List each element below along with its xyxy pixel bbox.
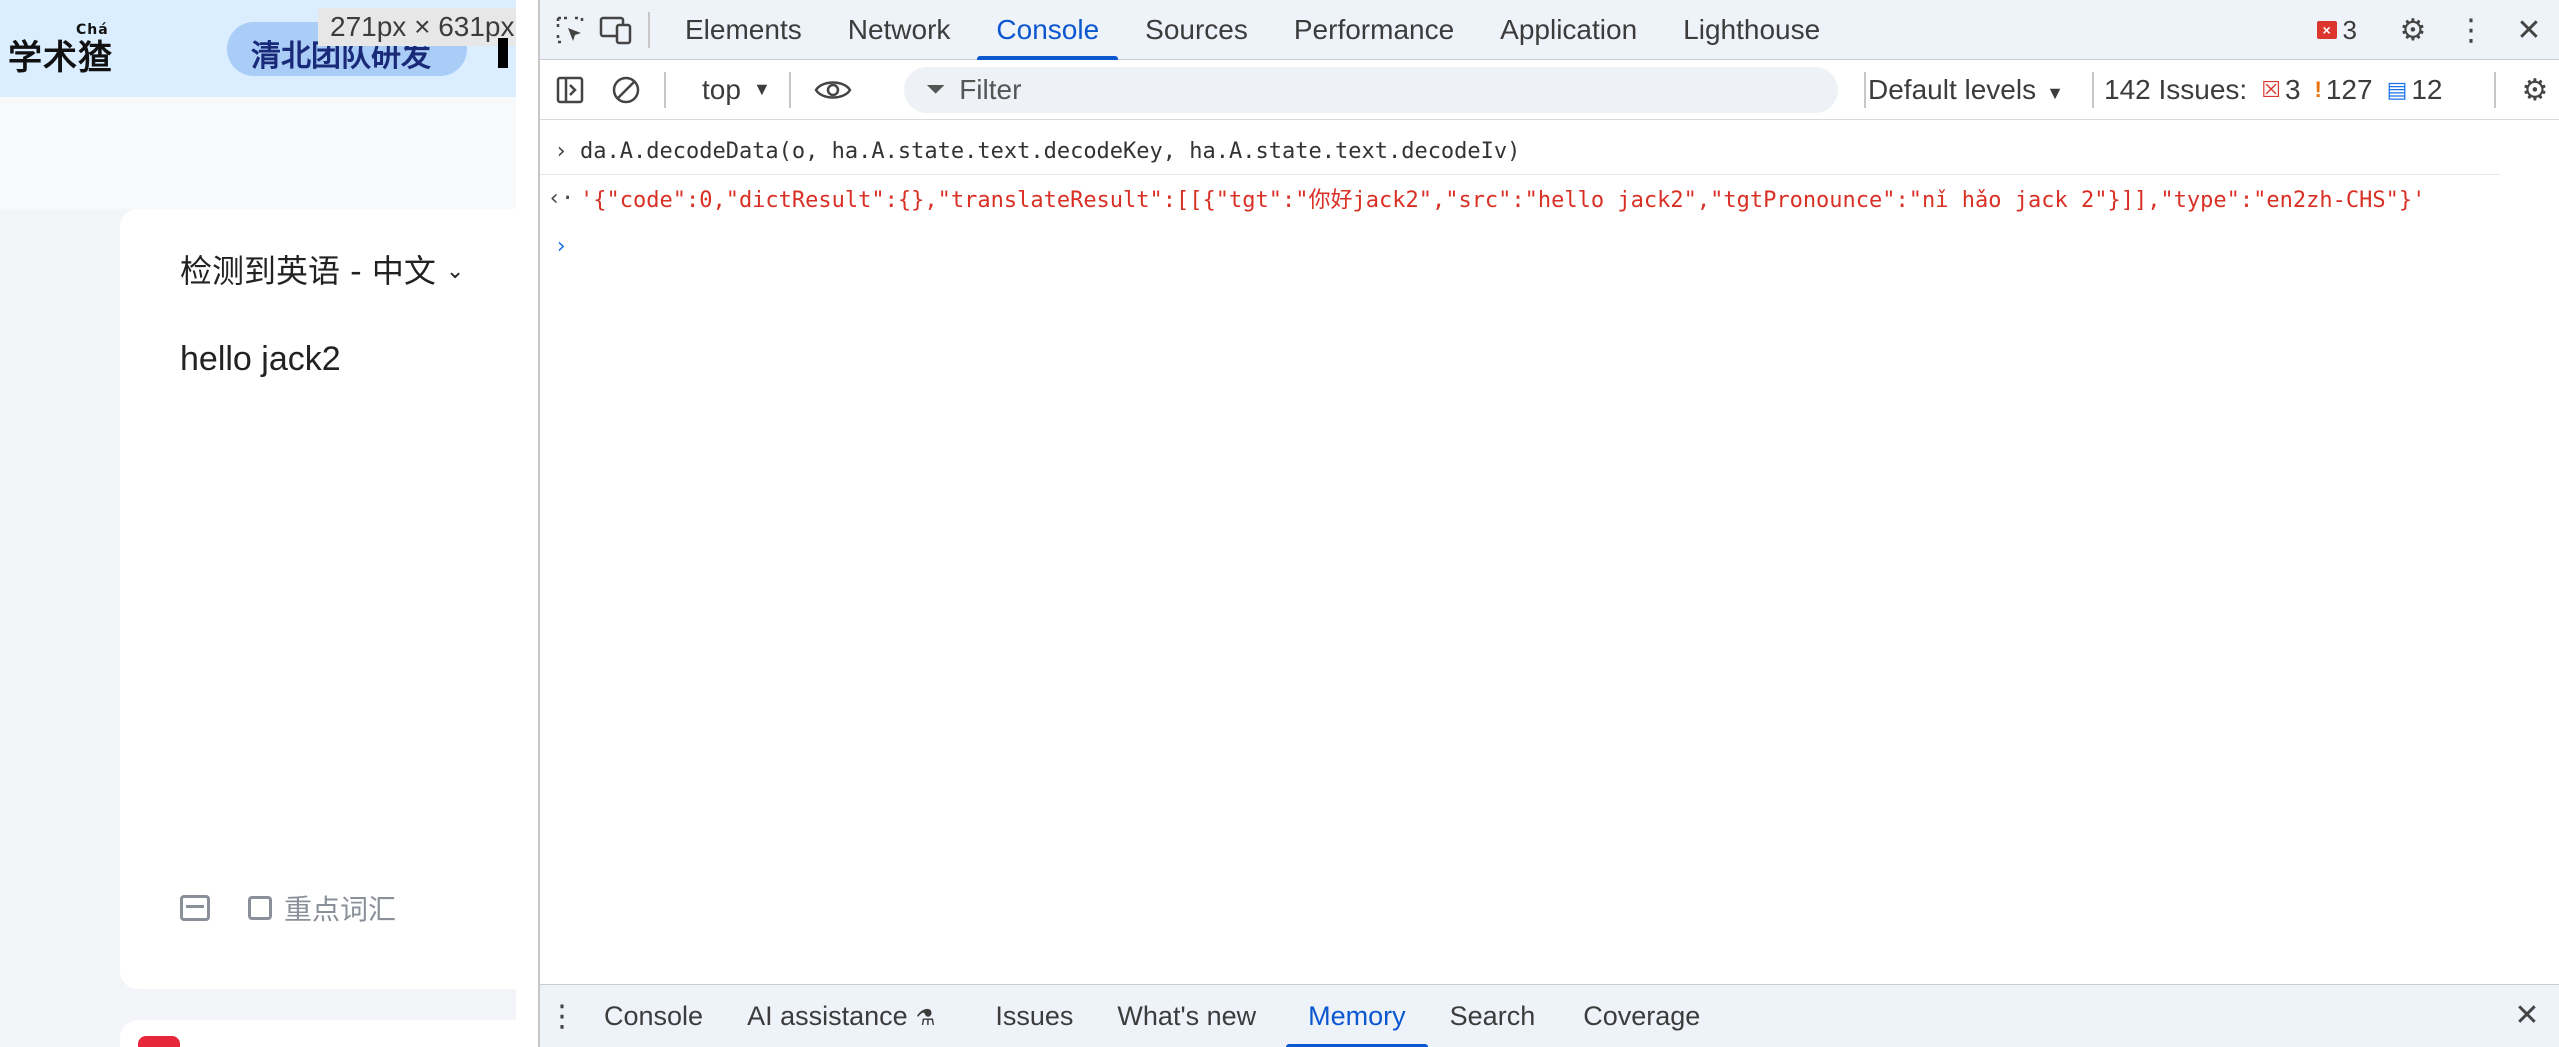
drawer-menu-icon[interactable]: ⋮ — [542, 996, 582, 1036]
issues-info-count: 12 — [2411, 74, 2443, 105]
sidebar-toggle-icon[interactable] — [550, 70, 590, 110]
input-chevron-icon: › — [554, 139, 568, 164]
console-result-text: '{"code":0,"dictResult":{},"translateRes… — [580, 188, 2426, 213]
info-message-icon: ▤ — [2386, 77, 2408, 102]
error-icon: × — [2316, 21, 2337, 39]
caret-down-icon: ▼ — [752, 79, 771, 99]
tab-application[interactable]: Application — [1477, 0, 1660, 60]
issues-errors: ☒ 3 — [2261, 74, 2300, 106]
tab-performance[interactable]: Performance — [1271, 0, 1477, 60]
issues-warnings-count: 127 — [2325, 74, 2373, 105]
console-prompt[interactable]: › — [540, 223, 2500, 269]
tab-network[interactable]: Network — [825, 0, 974, 60]
issues-warnings: ! 127 — [2315, 74, 2373, 106]
console-output: › da.A.decodeData(o, ha.A.state.text.dec… — [540, 121, 2559, 983]
error-counter[interactable]: × 3 — [2316, 14, 2357, 46]
inspect-element-icon[interactable] — [550, 10, 590, 50]
experiment-flask-icon: ⚗ — [915, 1004, 936, 1030]
error-count: 3 — [2342, 14, 2357, 45]
live-expression-eye-icon[interactable] — [813, 70, 853, 110]
ai-assistance-label: AI assistance — [747, 1000, 908, 1031]
levels-label: Default levels — [1868, 74, 2037, 105]
chevron-down-icon: ⌄ — [445, 259, 465, 284]
log-levels-dropdown[interactable]: Default levels ▼ — [1868, 60, 2064, 120]
caret-down-icon: ▼ — [2046, 83, 2064, 103]
page-viewport: 学术猹 Chá 清北团队研发 271px × 631px 检测到英语 - 中文 ⌄… — [0, 0, 516, 1047]
error-square-icon: ☒ — [2261, 77, 2281, 102]
close-drawer-icon[interactable]: ✕ — [2507, 995, 2547, 1035]
site-logo[interactable]: 学术猹 Chá — [8, 22, 113, 79]
sub-header — [0, 97, 516, 209]
divider — [664, 71, 666, 108]
more-options-icon[interactable]: ⋮ — [2451, 10, 2491, 50]
logo-ruby: Chá — [76, 22, 109, 38]
language-selector[interactable]: 检测到英语 - 中文 ⌄ — [180, 246, 464, 292]
prompt-chevron-icon: › — [554, 233, 568, 259]
drawer-tab-search[interactable]: Search — [1428, 985, 1558, 1047]
devtools-actions: × 3 ⚙ ⋮ ✕ — [2316, 0, 2559, 60]
issues-info: ▤ 12 — [2387, 74, 2443, 106]
console-result-entry[interactable]: ‹· '{"code":0,"dictResult":{},"translate… — [540, 175, 2500, 221]
tab-sources[interactable]: Sources — [1122, 0, 1271, 60]
keyword-label[interactable]: 重点词汇 — [284, 888, 396, 928]
issues-label: 142 Issues: — [2104, 74, 2248, 105]
source-text[interactable]: hello jack2 — [180, 340, 341, 379]
console-settings-gear-icon[interactable]: ⚙ — [2515, 70, 2555, 110]
app-icon[interactable] — [138, 1036, 180, 1047]
drawer-tab-memory[interactable]: Memory — [1286, 985, 1428, 1047]
drawer-tab-whats-new[interactable]: What's new — [1095, 985, 1278, 1047]
divider — [1864, 72, 1866, 108]
drawer-tab-ai-assistance[interactable]: AI assistance ⚗ — [725, 985, 957, 1047]
drawer-tab-issues[interactable]: Issues — [973, 985, 1095, 1047]
console-input-entry[interactable]: › da.A.decodeData(o, ha.A.state.text.dec… — [540, 129, 2500, 175]
tab-elements[interactable]: Elements — [662, 0, 825, 60]
clear-console-icon[interactable] — [606, 70, 646, 110]
context-selector[interactable]: top ▼ — [702, 74, 771, 106]
settings-gear-icon[interactable]: ⚙ — [2393, 10, 2433, 50]
devtools-panel: Elements Network Console Sources Perform… — [538, 0, 2559, 1047]
issues-errors-count: 3 — [2284, 74, 2301, 105]
result-arrow-icon: ‹· — [547, 185, 575, 211]
console-input-text: da.A.decodeData(o, ha.A.state.text.decod… — [580, 139, 1521, 164]
close-devtools-icon[interactable]: ✕ — [2509, 10, 2549, 50]
warning-icon: ! — [2314, 77, 2322, 102]
issues-counter[interactable]: 142 Issues: ☒ 3 ! 127 ▤ 12 — [2104, 60, 2443, 120]
console-filter-input[interactable]: ⏷ Filter — [904, 67, 1838, 113]
device-toolbar-icon[interactable] — [596, 10, 636, 50]
language-pair-label: 检测到英语 - 中文 — [180, 252, 436, 290]
drawer-tabbar: ⋮ Console AI assistance ⚗ Issues What's n… — [540, 984, 2559, 1047]
filter-funnel-icon: ⏷ — [926, 76, 946, 103]
clipped-header-item — [498, 38, 508, 68]
divider — [2092, 72, 2094, 108]
devtools-tabbar: Elements Network Console Sources Perform… — [540, 0, 2559, 60]
layers-icon[interactable] — [180, 895, 210, 921]
console-toolbar: top ▼ ⏷ Filter Default levels ▼ 142 Issues… — [540, 60, 2559, 120]
divider — [2494, 72, 2496, 108]
context-label: top — [702, 73, 741, 105]
drawer-tab-console[interactable]: Console — [582, 985, 725, 1047]
tab-lighthouse[interactable]: Lighthouse — [1660, 0, 1843, 60]
filter-placeholder: Filter — [959, 74, 1022, 105]
logo-text: 学术猹 — [8, 38, 113, 78]
divider — [648, 11, 650, 48]
translation-card — [120, 209, 516, 989]
viewport-dimension-badge: 271px × 631px — [318, 8, 516, 46]
tab-console[interactable]: Console — [973, 0, 1122, 60]
drawer-tab-coverage[interactable]: Coverage — [1561, 985, 1722, 1047]
card-footer: 重点词汇 — [180, 888, 396, 928]
divider — [788, 71, 791, 108]
keyword-checkbox[interactable] — [248, 896, 272, 920]
